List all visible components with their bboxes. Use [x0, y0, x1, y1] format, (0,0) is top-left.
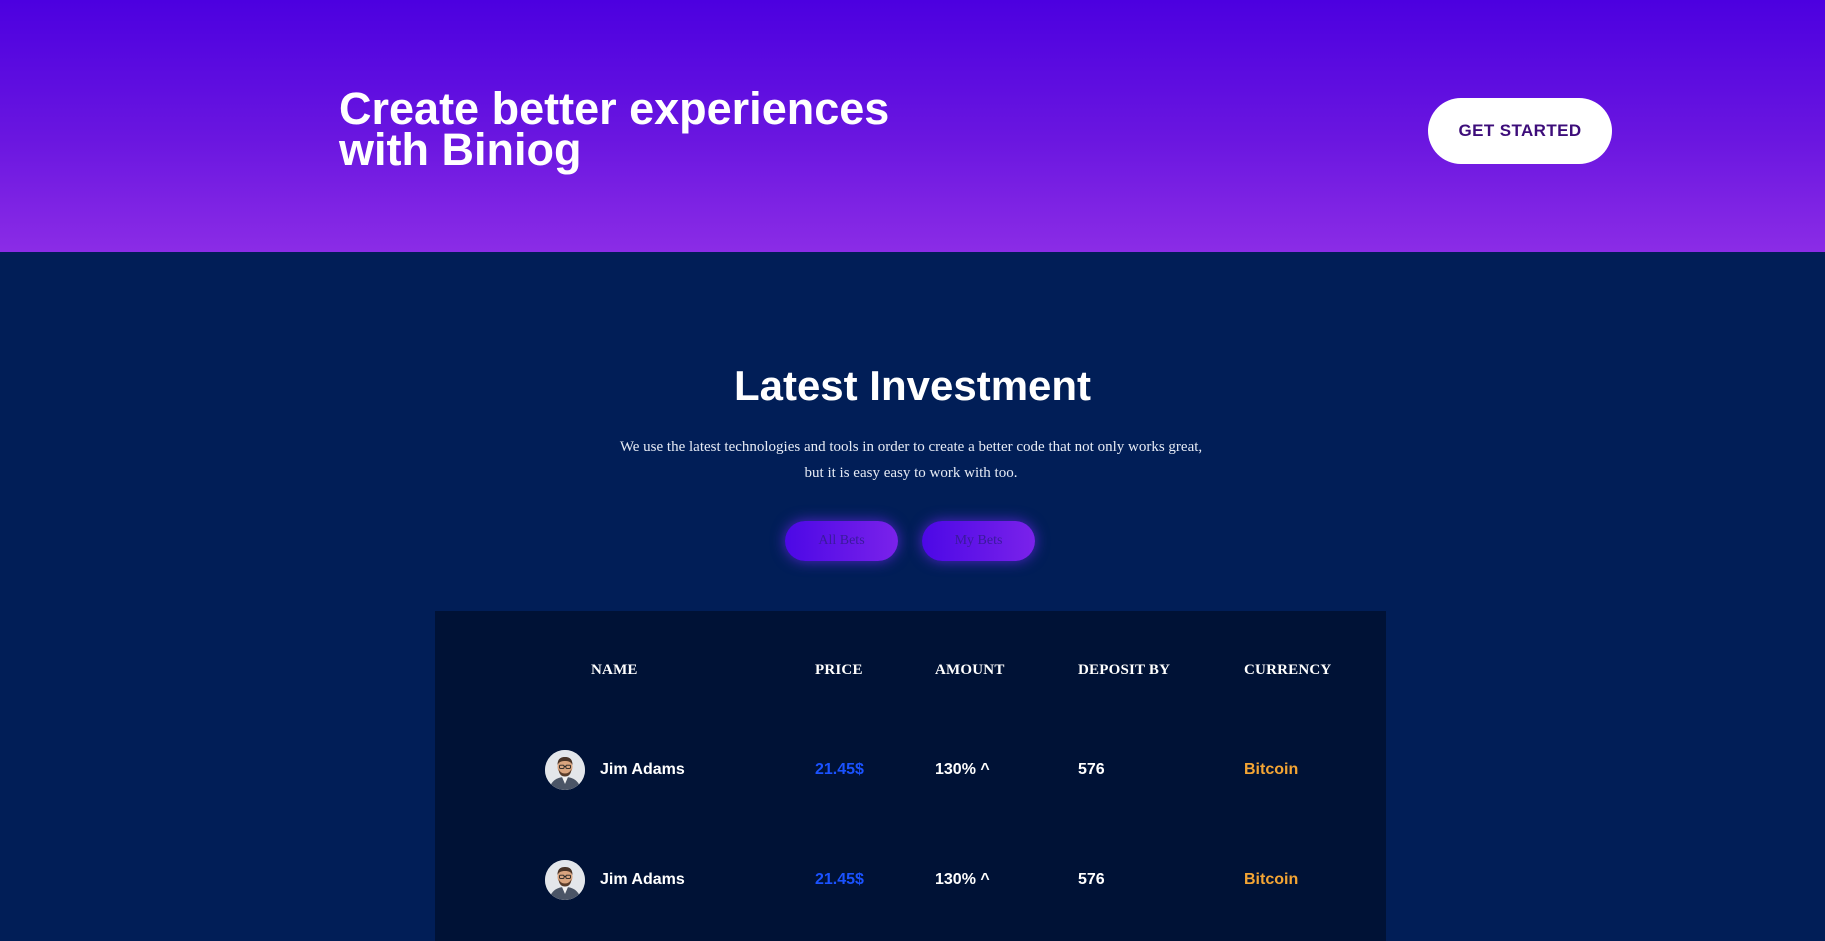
user-avatar-icon — [545, 860, 585, 900]
column-header-amount: AMOUNT — [935, 662, 1005, 678]
price-cell: 21.45$ — [815, 761, 864, 778]
currency-cell: Bitcoin — [1244, 761, 1299, 778]
column-header-currency: CURRENCY — [1244, 662, 1332, 678]
price-cell: 21.45$ — [815, 871, 864, 888]
amount-cell: 130% ^ — [935, 761, 990, 778]
column-header-price: PRICE — [815, 662, 863, 678]
currency-cell: Bitcoin — [1244, 871, 1299, 888]
investment-table: NAME PRICE AMOUNT DEPOSIT BY CURRENCY Ji… — [435, 611, 1386, 941]
section-description: We use the latest technologies and tools… — [619, 439, 1203, 481]
cta-banner: Create better experiences with Biniog GE… — [0, 0, 1825, 252]
tab-my-bets[interactable]: My Bets — [922, 521, 1035, 561]
section-title: Latest Investment — [733, 362, 1092, 409]
deposit-by-cell: 576 — [1078, 871, 1105, 888]
cta-title: Create better experiences with Biniog — [339, 86, 979, 172]
user-avatar-icon — [545, 750, 585, 790]
name-cell: Jim Adams — [600, 761, 685, 778]
name-cell: Jim Adams — [600, 871, 685, 888]
table-row: Jim Adams 21.45$ 130% ^ 576 Bitcoin — [435, 858, 1386, 902]
deposit-by-cell: 576 — [1078, 761, 1105, 778]
user-avatar — [545, 750, 585, 790]
tab-all-bets[interactable]: All Bets — [785, 521, 898, 561]
cta-title-line-2: with Biniog — [339, 124, 582, 175]
column-header-name: NAME — [591, 662, 638, 678]
column-header-deposit-by: DEPOSIT BY — [1078, 662, 1171, 678]
amount-cell: 130% ^ — [935, 871, 990, 888]
user-avatar — [545, 860, 585, 900]
get-started-button[interactable]: GET STARTED — [1428, 98, 1612, 164]
table-row: Jim Adams 21.45$ 130% ^ 576 Bitcoin — [435, 748, 1386, 792]
